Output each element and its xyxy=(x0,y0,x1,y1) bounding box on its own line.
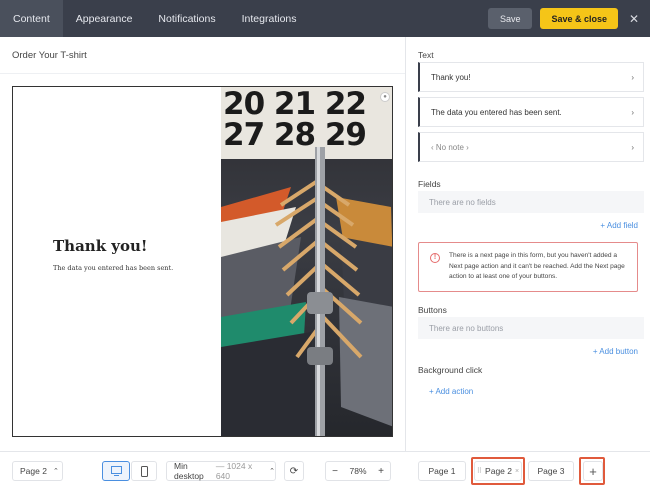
section-label-background-click: Background click xyxy=(418,365,483,375)
chevron-right-icon: › xyxy=(631,72,634,82)
chevron-right-icon: › xyxy=(631,142,634,152)
desktop-view-button[interactable] xyxy=(102,461,130,481)
rotate-button[interactable]: ⟳ xyxy=(284,461,304,481)
divider xyxy=(0,73,405,74)
unreachable-page-alert: ! There is a next page in this form, but… xyxy=(418,242,638,292)
text-item-body[interactable]: The data you entered has been sent. › xyxy=(418,97,644,127)
section-label-text: Text xyxy=(418,50,434,60)
form-canvas[interactable]: Thank you! The data you entered has been… xyxy=(12,86,393,437)
mobile-icon xyxy=(140,465,148,477)
tab-integrations[interactable]: Integrations xyxy=(229,0,310,37)
page-select-dropdown[interactable]: Page 2 ⌃ xyxy=(12,461,63,481)
text-item-note[interactable]: ‹ No note › › xyxy=(418,132,644,162)
highlight-frame-add-page xyxy=(579,457,605,485)
zoom-in-button[interactable]: + xyxy=(372,466,390,477)
text-item-label: Thank you! xyxy=(431,72,471,82)
page-tab-3[interactable]: Page 3 xyxy=(528,461,574,481)
section-label-buttons: Buttons xyxy=(418,305,447,315)
zoom-out-button[interactable]: − xyxy=(326,466,344,477)
section-label-fields: Fields xyxy=(418,179,441,189)
text-item-label: The data you entered has been sent. xyxy=(431,107,562,117)
canvas-body-text[interactable]: The data you entered has been sent. xyxy=(53,264,173,272)
buttons-empty-state: There are no buttons xyxy=(418,317,644,339)
mobile-view-button[interactable] xyxy=(131,461,157,481)
device-size-dropdown[interactable]: Min desktop — 1024 x 640 ⌃ xyxy=(166,461,276,481)
chevron-up-icon: ⌃ xyxy=(52,468,59,475)
tab-appearance[interactable]: Appearance xyxy=(63,0,146,37)
device-size-label: — 1024 x 640 xyxy=(215,461,253,481)
add-action-link[interactable]: + Add action xyxy=(429,387,473,396)
alert-text: There is a next page in this form, but y… xyxy=(449,252,625,280)
fields-empty-state: There are no fields xyxy=(418,191,644,213)
rotate-icon: ⟳ xyxy=(289,465,299,477)
save-and-close-button[interactable]: Save & close xyxy=(540,8,618,29)
top-bar: Content Appearance Notifications Integra… xyxy=(0,0,650,37)
chevron-up-icon: ⌃ xyxy=(269,468,275,475)
text-item-label: ‹ No note › xyxy=(431,142,469,152)
tab-content[interactable]: Content xyxy=(0,0,63,37)
page-tab-1[interactable]: Page 1 xyxy=(418,461,466,481)
clothes-rack-image xyxy=(221,147,392,436)
image-settings-icon[interactable]: ● xyxy=(380,92,390,102)
tab-notifications[interactable]: Notifications xyxy=(145,0,228,37)
canvas-image[interactable]: 20 21 22 27 28 29 ● xyxy=(221,87,392,436)
canvas-text-block: Thank you! The data you entered has been… xyxy=(53,237,173,272)
chevron-right-icon: › xyxy=(631,107,634,117)
highlight-frame-page-2 xyxy=(471,457,525,485)
form-title: Order Your T-shirt xyxy=(12,50,87,61)
page-select-value: Page 2 xyxy=(20,466,47,476)
canvas-heading[interactable]: Thank you! xyxy=(53,237,173,255)
add-button-link[interactable]: + Add button xyxy=(593,347,638,356)
device-mode-label: Min desktop xyxy=(174,461,204,481)
close-icon[interactable]: ✕ xyxy=(627,12,641,26)
add-field-link[interactable]: + Add field xyxy=(600,221,638,230)
properties-panel: Text Thank you! › The data you entered h… xyxy=(406,37,650,451)
zoom-level: 78% xyxy=(349,466,367,476)
form-preview-area: Order Your T-shirt Thank you! The data y… xyxy=(0,37,406,451)
warning-icon: ! xyxy=(430,253,440,263)
text-item-heading[interactable]: Thank you! › xyxy=(418,62,644,92)
bottom-toolbar: Page 2 ⌃ Min desktop — 1024 x 640 ⌃ ⟳ − … xyxy=(0,451,650,488)
zoom-control: − 78% + xyxy=(325,461,391,481)
save-button[interactable]: Save xyxy=(487,8,533,29)
desktop-icon xyxy=(110,466,122,476)
